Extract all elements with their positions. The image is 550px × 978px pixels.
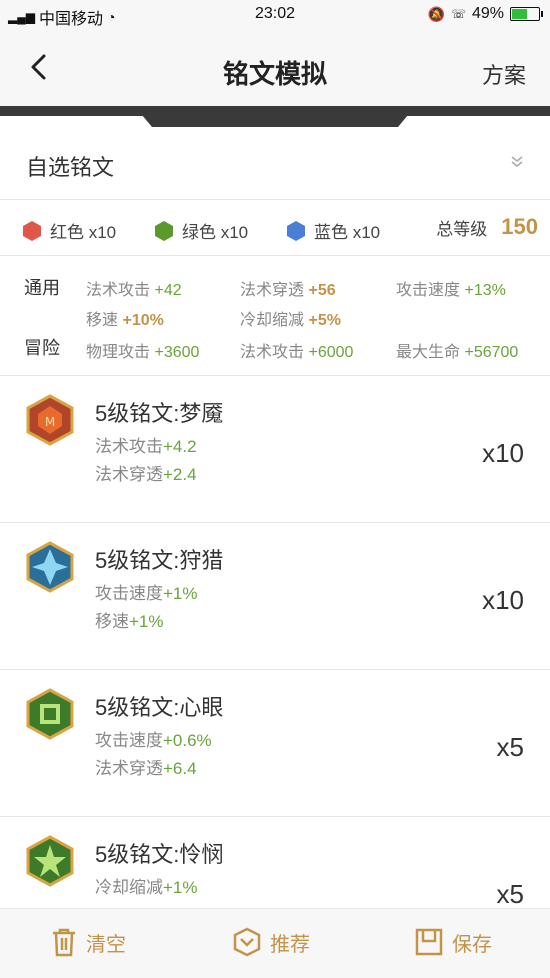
save-button[interactable]: 保存 (414, 927, 492, 957)
general-header: 通用 (24, 278, 60, 298)
red-count-label: 红色 x10 (50, 223, 117, 242)
rune-stat-1: 冷却缩减+1% (95, 878, 198, 897)
save-icon (415, 928, 443, 956)
stat-item: 移速 +10% (86, 312, 164, 329)
header-tab-shape (142, 115, 408, 127)
rune-name: 5级铭文:狩猎 (95, 548, 224, 573)
rune-name: 5级铭文:梦魇 (95, 401, 224, 426)
blue-rune-icon (26, 541, 74, 593)
adventure-header: 冒险 (24, 338, 60, 358)
rune-stat-2: 法术穿透+2.4 (95, 465, 197, 484)
rune-item[interactable]: 5级铭文:心眼 攻击速度+0.6% 法术穿透+6.4 x5 (0, 670, 550, 817)
rune-stat-1: 攻击速度+1% (95, 584, 198, 603)
recommend-button[interactable]: 推荐 (232, 927, 310, 957)
blue-count-label: 蓝色 x10 (314, 223, 381, 242)
rune-item[interactable]: M 5级铭文:梦魇 法术攻击+4.2 法术穿透+2.4 x10 (0, 376, 550, 523)
rune-name: 5级铭文:怜悯 (95, 842, 224, 867)
plan-button[interactable]: 方案 (482, 58, 526, 90)
stat-item: 攻击速度 +13% (396, 282, 506, 299)
nav-bar: 铭文模拟 方案 (0, 30, 550, 106)
page-title: 铭文模拟 (222, 59, 327, 89)
color-summary: 红色 x10 绿色 x10 蓝色 x10 总等级 150 (0, 200, 550, 256)
green-rune-icon (26, 835, 74, 887)
rune-set-selector[interactable]: 自选铭文 (0, 128, 550, 200)
red-count: 红色 x10 (22, 218, 116, 243)
clear-label: 清空 (86, 933, 126, 956)
stat-item: 法术攻击 +6000 (240, 344, 354, 361)
battery-percent: 49% (471, 5, 504, 22)
green-count-label: 绿色 x10 (182, 223, 249, 242)
trash-icon (53, 928, 75, 957)
rune-count: x5 (496, 732, 524, 762)
rune-item[interactable]: 5级铭文:狩猎 攻击速度+1% 移速+1% x10 (0, 523, 550, 670)
clear-button[interactable]: 清空 (50, 927, 126, 957)
stat-item: 物理攻击 +3600 (86, 344, 200, 361)
hd-call-icon: ☏ (450, 7, 466, 21)
stat-item: 最大生命 +56700 (396, 344, 519, 361)
shield-chevron-icon (233, 927, 261, 957)
rune-stat-1: 法术攻击+4.2 (95, 437, 197, 456)
stat-item: 法术攻击 +42 (86, 282, 182, 299)
rune-stat-2: 法术穿透+6.4 (95, 759, 197, 778)
red-rune-icon: M (26, 394, 74, 446)
rune-stat-2: 移速+1% (95, 612, 164, 631)
blue-hexagon-icon (287, 220, 305, 241)
rune-count: x5 (496, 879, 524, 909)
rune-count: x10 (482, 585, 524, 615)
rune-count: x10 (482, 438, 524, 468)
rune-name: 5级铭文:心眼 (95, 695, 224, 720)
status-bar: ▂▄▆ 中国移动 ◔ 23:02 🔕 ☏ 49% (0, 0, 550, 30)
green-count: 绿色 x10 (154, 218, 248, 243)
save-label: 保存 (452, 933, 492, 956)
total-level: 总等级 150 (436, 214, 538, 240)
chevron-down-icon (511, 156, 523, 167)
selector-label: 自选铭文 (26, 155, 115, 180)
total-level-label: 总等级 (436, 219, 488, 239)
green-hexagon-icon (155, 220, 173, 241)
battery-icon (510, 7, 543, 21)
stat-item: 冷却缩减 +5% (240, 312, 341, 329)
stat-item: 法术穿透 +56 (240, 282, 336, 299)
blue-count: 蓝色 x10 (286, 218, 380, 243)
bottom-toolbar: 清空 推荐 保存 (0, 908, 550, 978)
recommend-label: 推荐 (270, 933, 310, 956)
red-hexagon-icon (23, 220, 41, 241)
total-level-value: 150 (501, 214, 538, 239)
svg-text:M: M (45, 415, 55, 429)
stat-summary: 通用 冒险 法术攻击 +42 法术穿透 +56 攻击速度 +13% 移速 +10… (0, 256, 550, 376)
rune-stat-1: 攻击速度+0.6% (95, 731, 212, 750)
green-rune-icon (26, 688, 74, 740)
mute-bell-icon: 🔕 (427, 5, 445, 22)
status-right: 🔕 ☏ 49% (427, 5, 543, 23)
